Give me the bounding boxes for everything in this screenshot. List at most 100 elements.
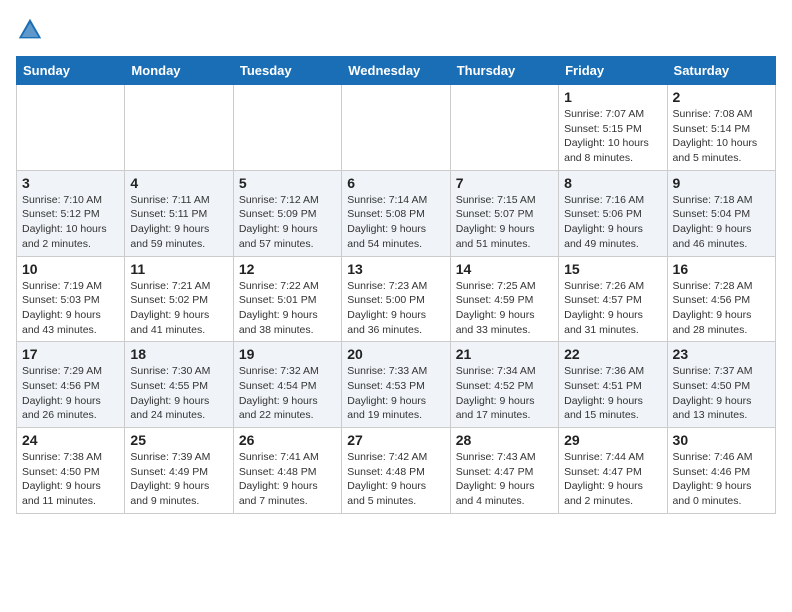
day-number: 15 (564, 261, 661, 277)
weekday-header: Friday (559, 57, 667, 85)
day-number: 27 (347, 432, 444, 448)
day-info: Sunrise: 7:38 AM Sunset: 4:50 PM Dayligh… (22, 450, 119, 509)
logo-icon (16, 16, 44, 44)
calendar-cell: 18Sunrise: 7:30 AM Sunset: 4:55 PM Dayli… (125, 342, 233, 428)
calendar-cell: 21 Sunrise: 7:34 AM Sunset: 4:52 PM Dayli… (450, 342, 558, 428)
day-info: Sunrise: 7:10 AM Sunset: 5:12 PM Dayligh… (22, 193, 119, 252)
calendar-cell: 12 Sunrise: 7:22 AM Sunset: 5:01 PM Dayli… (233, 256, 341, 342)
calendar-cell: 13 Sunrise: 7:23 AM Sunset: 5:00 PM Dayli… (342, 256, 450, 342)
day-number: 22 (564, 346, 661, 362)
day-number: 6 (347, 175, 444, 191)
day-number: 16 (673, 261, 770, 277)
day-number: 4 (130, 175, 227, 191)
calendar-cell: 3 Sunrise: 7:10 AM Sunset: 5:12 PM Daylig… (17, 170, 125, 256)
day-number: 28 (456, 432, 553, 448)
day-number: 9 (673, 175, 770, 191)
weekday-header: Sunday (17, 57, 125, 85)
calendar-cell: 1 Sunrise: 7:07 AM Sunset: 5:15 PM Daylig… (559, 85, 667, 171)
calendar-cell (450, 85, 558, 171)
calendar-cell: 17 Sunrise: 7:29 AM Sunset: 4:56 PM Dayli… (17, 342, 125, 428)
day-info: Sunrise: 7:46 AM Sunset: 4:46 PM Dayligh… (673, 450, 770, 509)
calendar-cell: 22 Sunrise: 7:36 AM Sunset: 4:51 PM Dayli… (559, 342, 667, 428)
day-info: Sunrise: 7:42 AM Sunset: 4:48 PM Dayligh… (347, 450, 444, 509)
day-info: Sunrise: 7:39 AM Sunset: 4:49 PM Dayligh… (130, 450, 227, 509)
day-info: Sunrise: 7:14 AM Sunset: 5:08 PM Dayligh… (347, 193, 444, 252)
calendar-header-row: SundayMondayTuesdayWednesdayThursdayFrid… (17, 57, 776, 85)
day-number: 5 (239, 175, 336, 191)
weekday-header: Monday (125, 57, 233, 85)
day-number: 25 (130, 432, 227, 448)
calendar-cell: 23 Sunrise: 7:37 AM Sunset: 4:50 PM Dayli… (667, 342, 775, 428)
day-info: Sunrise: 7:32 AM Sunset: 4:54 PM Dayligh… (239, 364, 336, 423)
calendar-cell (233, 85, 341, 171)
day-info: Sunrise: 7:22 AM Sunset: 5:01 PM Dayligh… (239, 279, 336, 338)
calendar-cell: 5Sunrise: 7:12 AM Sunset: 5:09 PM Daylig… (233, 170, 341, 256)
day-number: 12 (239, 261, 336, 277)
day-info: Sunrise: 7:25 AM Sunset: 4:59 PM Dayligh… (456, 279, 553, 338)
calendar-cell: 8 Sunrise: 7:16 AM Sunset: 5:06 PM Daylig… (559, 170, 667, 256)
day-number: 29 (564, 432, 661, 448)
day-info: Sunrise: 7:08 AM Sunset: 5:14 PM Dayligh… (673, 107, 770, 166)
calendar-cell: 2 Sunrise: 7:08 AM Sunset: 5:14 PM Daylig… (667, 85, 775, 171)
calendar-week-row: 3 Sunrise: 7:10 AM Sunset: 5:12 PM Daylig… (17, 170, 776, 256)
calendar-table: SundayMondayTuesdayWednesdayThursdayFrid… (16, 56, 776, 514)
calendar-week-row: 24 Sunrise: 7:38 AM Sunset: 4:50 PM Dayli… (17, 428, 776, 514)
day-number: 10 (22, 261, 119, 277)
day-info: Sunrise: 7:18 AM Sunset: 5:04 PM Dayligh… (673, 193, 770, 252)
day-info: Sunrise: 7:41 AM Sunset: 4:48 PM Dayligh… (239, 450, 336, 509)
logo (16, 16, 48, 44)
day-number: 7 (456, 175, 553, 191)
calendar-cell: 19 Sunrise: 7:32 AM Sunset: 4:54 PM Dayli… (233, 342, 341, 428)
calendar-cell: 9 Sunrise: 7:18 AM Sunset: 5:04 PM Daylig… (667, 170, 775, 256)
day-info: Sunrise: 7:26 AM Sunset: 4:57 PM Dayligh… (564, 279, 661, 338)
calendar-cell: 10 Sunrise: 7:19 AM Sunset: 5:03 PM Dayli… (17, 256, 125, 342)
day-number: 2 (673, 89, 770, 105)
day-info: Sunrise: 7:21 AM Sunset: 5:02 PM Dayligh… (130, 279, 227, 338)
calendar-cell: 28Sunrise: 7:43 AM Sunset: 4:47 PM Dayli… (450, 428, 558, 514)
weekday-header: Thursday (450, 57, 558, 85)
calendar-cell (17, 85, 125, 171)
day-number: 26 (239, 432, 336, 448)
calendar-cell: 11 Sunrise: 7:21 AM Sunset: 5:02 PM Dayli… (125, 256, 233, 342)
day-number: 17 (22, 346, 119, 362)
calendar-cell: 4 Sunrise: 7:11 AM Sunset: 5:11 PM Daylig… (125, 170, 233, 256)
page-header (16, 16, 776, 44)
calendar-cell: 25 Sunrise: 7:39 AM Sunset: 4:49 PM Dayli… (125, 428, 233, 514)
day-number: 3 (22, 175, 119, 191)
day-number: 24 (22, 432, 119, 448)
weekday-header: Tuesday (233, 57, 341, 85)
day-number: 1 (564, 89, 661, 105)
calendar-cell (342, 85, 450, 171)
day-number: 21 (456, 346, 553, 362)
calendar-week-row: 1 Sunrise: 7:07 AM Sunset: 5:15 PM Daylig… (17, 85, 776, 171)
calendar-cell: 20Sunrise: 7:33 AM Sunset: 4:53 PM Dayli… (342, 342, 450, 428)
day-number: 14 (456, 261, 553, 277)
day-info: Sunrise: 7:37 AM Sunset: 4:50 PM Dayligh… (673, 364, 770, 423)
weekday-header: Saturday (667, 57, 775, 85)
day-number: 20 (347, 346, 444, 362)
calendar-cell: 29Sunrise: 7:44 AM Sunset: 4:47 PM Dayli… (559, 428, 667, 514)
day-info: Sunrise: 7:34 AM Sunset: 4:52 PM Dayligh… (456, 364, 553, 423)
day-number: 19 (239, 346, 336, 362)
calendar-cell: 6 Sunrise: 7:14 AM Sunset: 5:08 PM Daylig… (342, 170, 450, 256)
day-info: Sunrise: 7:23 AM Sunset: 5:00 PM Dayligh… (347, 279, 444, 338)
day-info: Sunrise: 7:15 AM Sunset: 5:07 PM Dayligh… (456, 193, 553, 252)
day-info: Sunrise: 7:07 AM Sunset: 5:15 PM Dayligh… (564, 107, 661, 166)
day-number: 8 (564, 175, 661, 191)
day-number: 11 (130, 261, 227, 277)
weekday-header: Wednesday (342, 57, 450, 85)
calendar-cell: 30Sunrise: 7:46 AM Sunset: 4:46 PM Dayli… (667, 428, 775, 514)
calendar-week-row: 17 Sunrise: 7:29 AM Sunset: 4:56 PM Dayli… (17, 342, 776, 428)
day-info: Sunrise: 7:28 AM Sunset: 4:56 PM Dayligh… (673, 279, 770, 338)
day-number: 18 (130, 346, 227, 362)
day-info: Sunrise: 7:16 AM Sunset: 5:06 PM Dayligh… (564, 193, 661, 252)
day-number: 23 (673, 346, 770, 362)
calendar-cell: 16 Sunrise: 7:28 AM Sunset: 4:56 PM Dayli… (667, 256, 775, 342)
calendar-cell: 26 Sunrise: 7:41 AM Sunset: 4:48 PM Dayli… (233, 428, 341, 514)
day-number: 13 (347, 261, 444, 277)
day-info: Sunrise: 7:11 AM Sunset: 5:11 PM Dayligh… (130, 193, 227, 252)
calendar-cell: 24 Sunrise: 7:38 AM Sunset: 4:50 PM Dayli… (17, 428, 125, 514)
day-info: Sunrise: 7:29 AM Sunset: 4:56 PM Dayligh… (22, 364, 119, 423)
day-info: Sunrise: 7:36 AM Sunset: 4:51 PM Dayligh… (564, 364, 661, 423)
day-info: Sunrise: 7:19 AM Sunset: 5:03 PM Dayligh… (22, 279, 119, 338)
